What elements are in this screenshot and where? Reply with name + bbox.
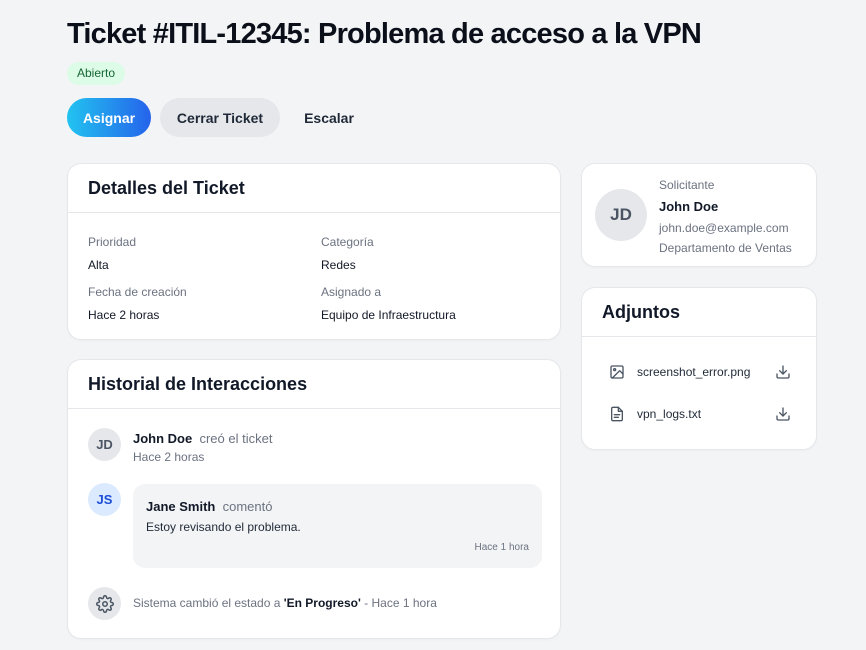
attachment-name[interactable]: screenshot_error.png [637, 365, 774, 379]
comment-text: Estoy revisando el problema. [146, 520, 301, 534]
document-icon [608, 405, 626, 423]
event-author: John Doe [133, 431, 193, 446]
assigned-field: Asignado a Equipo de Infraestructura [321, 285, 456, 322]
history-heading: Historial de Interacciones [68, 360, 560, 409]
created-label: Fecha de creación [88, 285, 187, 299]
page-title: Ticket #ITIL-12345: Problema de acceso a… [67, 18, 702, 50]
gear-icon [88, 587, 121, 620]
requester-info: Solicitante John Doe john.doe@example.co… [659, 178, 792, 255]
priority-value: Alta [88, 258, 109, 272]
comment-box: Jane Smith comentó Estoy revisando el pr… [133, 484, 542, 568]
event-action: creó el ticket [199, 431, 273, 446]
created-value: Hace 2 horas [88, 308, 160, 322]
requester-label: Solicitante [659, 178, 715, 192]
attachment-item[interactable]: vpn_logs.txt [608, 403, 792, 425]
image-icon [608, 363, 626, 381]
avatar: JD [595, 189, 647, 241]
attachment-item[interactable]: screenshot_error.png [608, 361, 792, 383]
comment-time: Hace 1 hora [474, 542, 529, 553]
created-field: Fecha de creación Hace 2 horas [88, 285, 187, 322]
comment-header: Jane Smith comentó [146, 499, 272, 514]
event-created: John Doe creó el ticket [133, 431, 272, 446]
system-event-suffix: - Hace 1 hora [364, 596, 437, 610]
interaction-history-card: Historial de Interacciones JD John Doe c… [67, 359, 561, 639]
system-event-prefix: Sistema cambió el estado a [133, 596, 281, 610]
attachment-name[interactable]: vpn_logs.txt [637, 407, 774, 421]
priority-field: Prioridad Alta [88, 235, 136, 272]
comment-author: Jane Smith [146, 499, 216, 514]
download-icon[interactable] [774, 363, 792, 381]
system-event: Sistema cambió el estado a 'En Progreso'… [133, 596, 437, 610]
requester-card: JD Solicitante John Doe john.doe@example… [581, 163, 817, 267]
assigned-label: Asignado a [321, 285, 382, 299]
event-time: Hace 2 horas [133, 450, 205, 464]
category-label: Categoría [321, 235, 374, 249]
close-ticket-button[interactable]: Cerrar Ticket [160, 98, 280, 137]
system-event-status: 'En Progreso' [283, 596, 361, 610]
priority-label: Prioridad [88, 235, 137, 249]
requester-name: John Doe [659, 199, 719, 214]
comment-action: comentó [222, 499, 273, 514]
category-value: Redes [321, 258, 356, 272]
avatar: JS [88, 483, 121, 516]
ticket-details-card: Detalles del Ticket Prioridad Alta Categ… [67, 163, 561, 340]
assigned-value: Equipo de Infraestructura [321, 308, 456, 322]
category-field: Categoría Redes [321, 235, 374, 272]
avatar: JD [88, 428, 121, 461]
requester-email: john.doe@example.com [659, 221, 789, 235]
download-icon[interactable] [774, 405, 792, 423]
status-badge: Abierto [67, 62, 126, 85]
requester-department: Departamento de Ventas [659, 241, 792, 255]
ticket-details-heading: Detalles del Ticket [68, 164, 560, 213]
escalate-button[interactable]: Escalar [288, 98, 370, 137]
attachments-card: Adjuntos screenshot_error.png vpn_logs.t… [581, 287, 817, 450]
assign-button[interactable]: Asignar [67, 98, 151, 137]
attachments-heading: Adjuntos [582, 288, 816, 337]
